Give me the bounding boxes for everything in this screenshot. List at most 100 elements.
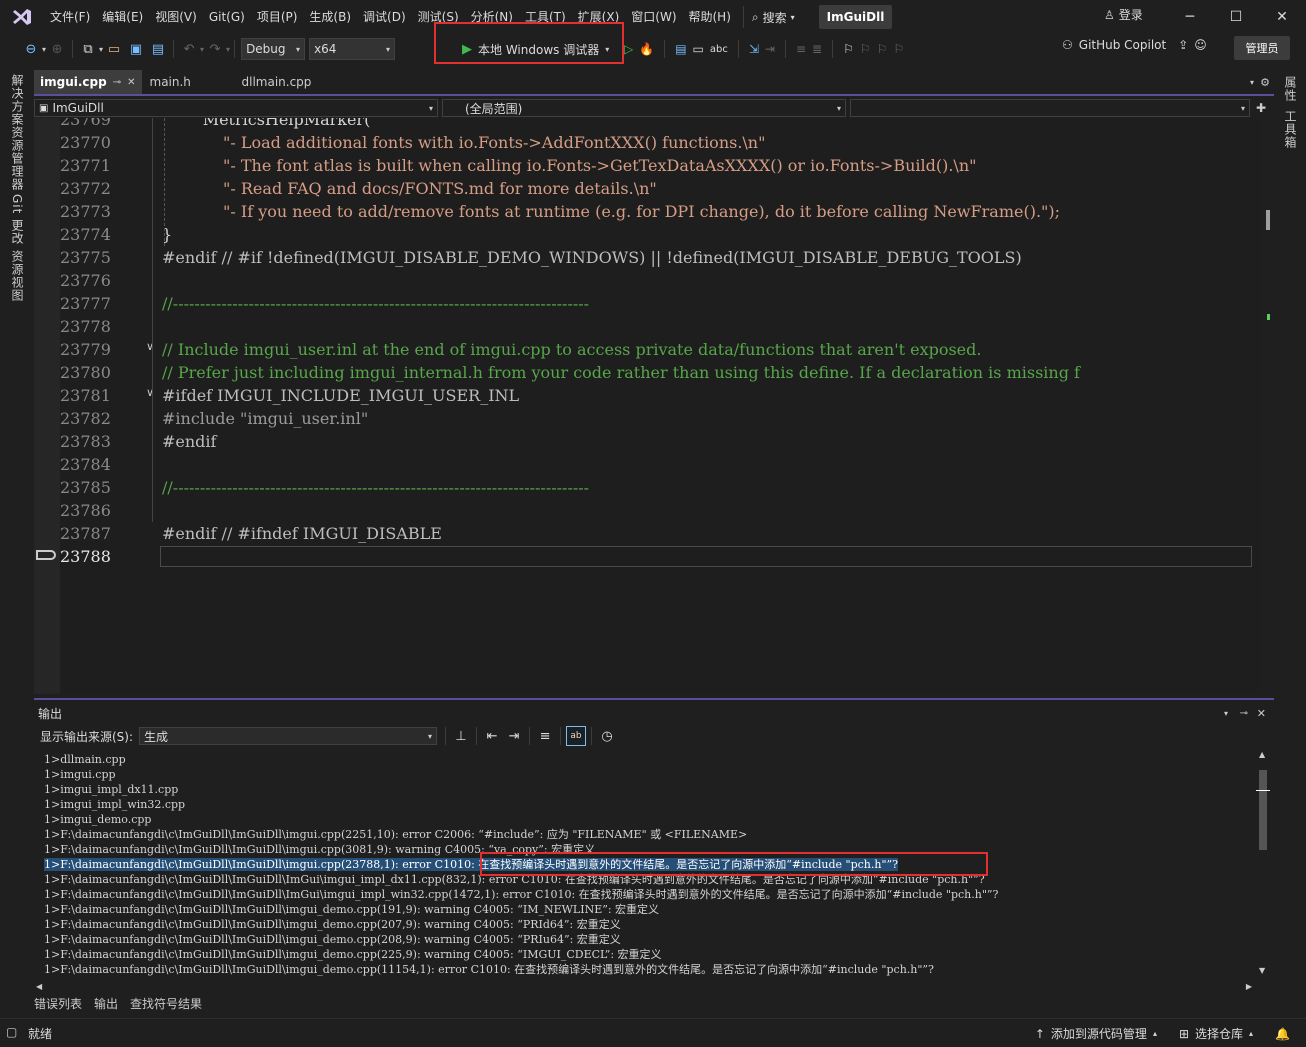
output-line[interactable]: 1>F:\daimacunfangdi\c\ImGuiDll\ImGuiDll\… xyxy=(44,932,1254,947)
code-line[interactable]: #endif // #if !defined(IMGUI_DISABLE_DEM… xyxy=(162,246,1022,269)
share-icon[interactable]: ⇪ xyxy=(1178,38,1188,52)
output-line[interactable]: 1>F:\daimacunfangdi\c\ImGuiDll\ImGuiDll\… xyxy=(44,962,1254,977)
select-repository-button[interactable]: ⊞ 选择仓库 ▴ xyxy=(1179,1025,1253,1042)
close-icon[interactable]: ✕ xyxy=(127,77,135,88)
scrollbar-thumb[interactable] xyxy=(1259,770,1267,850)
code-line[interactable]: #ifdef IMGUI_INCLUDE_IMGUI_USER_INL xyxy=(162,384,519,407)
undo-icon[interactable]: ↶ xyxy=(179,39,199,59)
navigate-forward-icon[interactable]: ⊕ xyxy=(47,39,67,59)
chevron-down-icon[interactable]: ▾ xyxy=(99,45,103,54)
output-horizontal-scrollbar[interactable]: ◀ ▶ xyxy=(34,982,1256,994)
start-debugging-button[interactable]: ▶ 本地 Windows 调试器 ▾ xyxy=(462,38,609,60)
hot-reload-icon[interactable]: 🔥 xyxy=(639,42,654,56)
find-message-icon[interactable]: ⊥ xyxy=(451,726,471,746)
scroll-left-icon[interactable]: ◀ xyxy=(36,982,42,991)
split-editor-icon[interactable]: ✚ xyxy=(1256,101,1266,115)
code-line[interactable]: #endif xyxy=(162,430,216,453)
code-line[interactable]: //--------------------------------------… xyxy=(162,476,589,499)
code-line[interactable]: // Include imgui_user.inl at the end of … xyxy=(162,338,981,361)
menu-git[interactable]: Git(G) xyxy=(203,6,251,28)
tab-error-list[interactable]: 错误列表 xyxy=(34,996,82,1014)
close-window-button[interactable]: ✕ xyxy=(1268,6,1296,28)
pin-icon[interactable]: ⊸ xyxy=(113,77,121,88)
code-line[interactable]: //--------------------------------------… xyxy=(162,292,589,315)
output-line[interactable]: 1>imgui.cpp xyxy=(44,767,1254,782)
redo-icon[interactable]: ↷ xyxy=(205,39,225,59)
resource-view-tab[interactable]: 资源视图 xyxy=(9,250,26,302)
tab-imgui-cpp[interactable]: imgui.cpp ⊸ ✕ xyxy=(34,70,142,94)
search-button[interactable]: ⌕ 搜索 ▾ xyxy=(742,6,803,28)
new-project-icon[interactable]: ⧉ xyxy=(78,39,98,59)
editor-vertical-scrollbar[interactable] xyxy=(1262,118,1274,694)
menu-file[interactable]: 文件(F) xyxy=(44,6,96,28)
previous-message-icon[interactable]: ⇤ xyxy=(482,726,502,746)
login-button[interactable]: ♙ 登录 xyxy=(1104,6,1143,23)
feedback-icon[interactable]: ☺ xyxy=(1194,38,1207,52)
toolbox-tab[interactable]: 工具箱 xyxy=(1282,110,1299,149)
output-line[interactable]: 1>F:\daimacunfangdi\c\ImGuiDll\ImGuiDll\… xyxy=(44,947,1254,962)
close-icon[interactable]: ✕ xyxy=(1257,707,1266,720)
next-message-icon[interactable]: ⇥ xyxy=(504,726,524,746)
code-line[interactable]: // Prefer just including imgui_internal.… xyxy=(162,361,1080,384)
output-line[interactable]: 1>F:\daimacunfangdi\c\ImGuiDll\ImGuiDll\… xyxy=(44,827,1254,842)
output-line[interactable]: 1>F:\daimacunfangdi\c\ImGuiDll\ImGuiDll\… xyxy=(44,902,1254,917)
menu-debug[interactable]: 调试(D) xyxy=(357,6,412,28)
window-layout-icon[interactable]: ▭ xyxy=(693,42,704,56)
code-line[interactable]: "- If you need to add/remove fonts at ru… xyxy=(162,200,1060,223)
output-line[interactable]: 1>F:\daimacunfangdi\c\ImGuiDll\ImGuiDll\… xyxy=(44,887,1254,902)
code-line[interactable]: MetricsHelpMarker( xyxy=(162,118,371,131)
menu-edit[interactable]: 编辑(E) xyxy=(96,6,149,28)
output-source-select[interactable]: 生成 ▾ xyxy=(139,727,438,745)
comment-icon[interactable]: ≡ xyxy=(796,42,806,56)
tab-dllmain-cpp[interactable]: dllmain.cpp xyxy=(236,70,318,94)
uncomment-icon[interactable]: ≣ xyxy=(812,42,822,56)
chevron-down-icon[interactable]: ▾ xyxy=(42,45,46,54)
code-editor[interactable]: 23769 23770 23771 23772 23773 23774 23775 23776… xyxy=(34,118,1274,694)
git-changes-tab[interactable]: Git 更改 xyxy=(9,194,26,245)
step-over-icon[interactable]: ⇥ xyxy=(765,42,775,56)
pin-icon[interactable]: ⊸ xyxy=(1240,708,1248,719)
minimize-button[interactable]: ─ xyxy=(1176,6,1204,28)
code-line[interactable]: #include "imgui_user.inl" xyxy=(162,407,368,430)
bookmark-icon[interactable]: ⚐ xyxy=(843,42,854,56)
member-select[interactable]: ▾ xyxy=(850,99,1250,117)
next-bookmark-icon[interactable]: ⚐ xyxy=(877,42,888,56)
output-line[interactable]: 1>dllmain.cpp xyxy=(44,752,1254,767)
start-without-debugging-icon[interactable]: ▷ xyxy=(624,42,633,56)
code-line[interactable]: #endif // #ifndef IMGUI_DISABLE xyxy=(162,522,442,545)
project-select[interactable]: ▣ ImGuiDll ▾ xyxy=(34,99,438,117)
code-line[interactable]: "- The font atlas is built when calling … xyxy=(162,154,976,177)
output-line[interactable]: 1>imgui_demo.cpp xyxy=(44,812,1254,827)
menu-project[interactable]: 项目(P) xyxy=(251,6,304,28)
chevron-down-icon[interactable]: ▾ xyxy=(226,45,230,54)
tab-main-h[interactable]: main.h xyxy=(144,70,234,94)
github-copilot-button[interactable]: ⚇ GitHub Copilot ⇪ ☺ xyxy=(1062,38,1207,52)
solution-explorer-tab[interactable]: 解决方案资源管理器 xyxy=(9,74,26,191)
previous-bookmark-icon[interactable]: ⚐ xyxy=(860,42,871,56)
tab-output[interactable]: 输出 xyxy=(94,996,118,1014)
code-line[interactable]: "- Load additional fonts with io.Fonts->… xyxy=(162,131,765,154)
timestamp-icon[interactable]: ◷ xyxy=(597,726,617,746)
output-line[interactable]: 1>imgui_impl_win32.cpp xyxy=(44,797,1254,812)
menu-window[interactable]: 窗口(W) xyxy=(625,6,682,28)
add-to-source-control-button[interactable]: ↑ 添加到源代码管理 ▴ xyxy=(1035,1025,1157,1042)
scroll-down-icon[interactable]: ▼ xyxy=(1259,966,1265,975)
word-wrap-icon[interactable]: ab xyxy=(566,726,587,746)
chevron-down-icon[interactable]: ▾ xyxy=(200,45,204,54)
properties-tab[interactable]: 属性 xyxy=(1282,76,1299,102)
output-line[interactable]: 1>F:\daimacunfangdi\c\ImGuiDll\ImGuiDll\… xyxy=(44,917,1254,932)
window-position-icon[interactable]: ▾ xyxy=(1224,709,1228,718)
notifications-icon[interactable]: 🔔 xyxy=(1275,1027,1290,1041)
code-line[interactable]: "- Read FAQ and docs/FONTS.md for more d… xyxy=(162,177,657,200)
menu-help[interactable]: 帮助(H) xyxy=(683,6,737,28)
clear-all-icon[interactable]: ≡ xyxy=(535,726,555,746)
save-all-icon[interactable]: ▤ xyxy=(148,39,168,59)
visual-studio-logo-icon[interactable] xyxy=(0,0,44,34)
gear-icon[interactable]: ⚙ xyxy=(1260,76,1270,89)
scope-select[interactable]: (全局范围) ▾ xyxy=(442,99,846,117)
solution-configuration-select[interactable]: Debug ▾ xyxy=(241,38,306,60)
spell-check-icon[interactable]: abc xyxy=(710,44,728,55)
output-vertical-scrollbar[interactable]: ▲ ▼ xyxy=(1256,750,1270,982)
scroll-up-icon[interactable]: ▲ xyxy=(1259,750,1265,759)
scroll-right-icon[interactable]: ▶ xyxy=(1246,982,1252,991)
